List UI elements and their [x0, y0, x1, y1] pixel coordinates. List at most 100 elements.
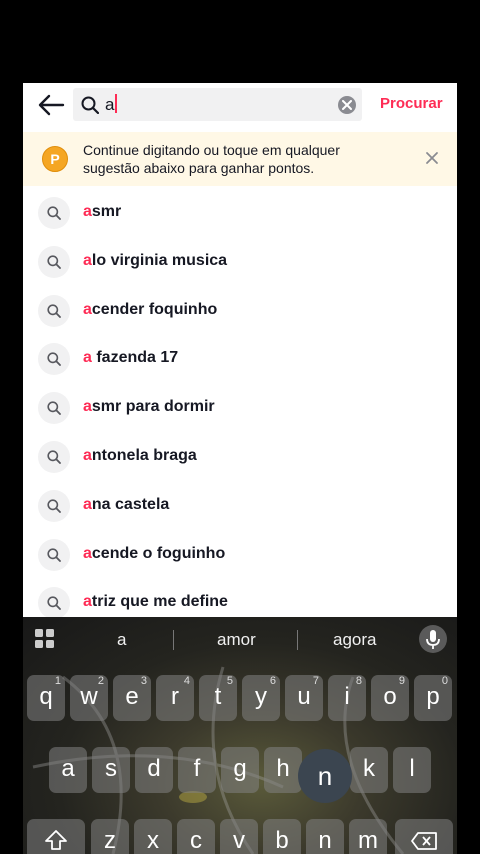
suggestion-match: a [83, 398, 92, 416]
suggestion-match: a [83, 300, 92, 318]
apps-grid-icon[interactable] [35, 629, 55, 649]
search-input[interactable]: a [73, 88, 362, 121]
keyboard-key[interactable]: k [350, 747, 388, 793]
suggestion-row[interactable]: acende o foguinho [23, 530, 457, 579]
key-label: q [39, 683, 53, 710]
keyboard-key[interactable]: t5 [199, 675, 237, 721]
search-icon [38, 440, 70, 473]
key-label: u [297, 683, 311, 710]
word-suggestion[interactable]: a [117, 630, 126, 650]
points-coin-icon: P [42, 146, 68, 172]
suggestion-text: atriz que me define [83, 593, 228, 611]
virtual-keyboard: a amor agora q1w2e3r4t5y6u7i8o9p0asdfghk… [23, 617, 457, 854]
key-label: a [61, 755, 75, 782]
keyboard-key[interactable]: l [393, 747, 431, 793]
search-icon [38, 294, 70, 327]
keyboard-key[interactable]: m [349, 819, 387, 854]
suggestion-row[interactable]: ana castela [23, 481, 457, 530]
key-label: b [275, 827, 289, 854]
clear-search-icon[interactable] [338, 96, 356, 114]
points-banner-message: Continue digitando ou toque em qualquer … [83, 142, 340, 176]
suggestion-rest: lo virginia musica [91, 251, 228, 269]
pressed-key-popup[interactable]: n [298, 749, 352, 803]
key-label: v [233, 827, 245, 854]
word-suggestion[interactable]: agora [333, 630, 376, 650]
suggestion-rest: triz que me define [91, 593, 228, 611]
keyboard-key[interactable]: s [92, 747, 130, 793]
points-banner: P Continue digitando ou toque em qualque… [23, 132, 457, 186]
key-number-hint: 3 [140, 675, 147, 687]
keyboard-key[interactable]: n [306, 819, 344, 854]
search-query[interactable]: a [105, 94, 118, 115]
backspace-key[interactable] [395, 819, 453, 854]
keyboard-key[interactable]: h [264, 747, 302, 793]
keyboard-key[interactable]: p0 [414, 675, 452, 721]
suggestion-row[interactable]: antonela braga [23, 432, 457, 481]
suggestion-row[interactable]: a fazenda 17 [23, 334, 457, 383]
back-arrow-icon[interactable] [37, 93, 65, 117]
key-label: t [214, 683, 222, 710]
search-icon [38, 343, 70, 376]
shift-arrow-icon [45, 830, 67, 850]
keyboard-key[interactable]: a [49, 747, 87, 793]
divider [297, 630, 298, 650]
keyboard-key[interactable]: u7 [285, 675, 323, 721]
key-label: s [105, 755, 117, 782]
key-label: h [276, 755, 290, 782]
suggestion-row[interactable]: acender foquinho [23, 286, 457, 335]
suggestion-text: asmr [83, 203, 121, 221]
keyboard-key[interactable]: f [178, 747, 216, 793]
word-suggestion[interactable]: amor [217, 630, 256, 650]
suggestion-rest: cende o foguinho [91, 544, 226, 562]
keyboard-key[interactable]: v [220, 819, 258, 854]
key-label: f [193, 755, 201, 782]
suggestion-match: a [83, 349, 92, 367]
suggestion-match: a [83, 446, 92, 464]
suggestion-text: ana castela [83, 496, 169, 514]
keyboard-key[interactable]: z [91, 819, 129, 854]
keyboard-key[interactable]: d [135, 747, 173, 793]
keyboard-key[interactable]: x [134, 819, 172, 854]
suggestion-row[interactable]: alo virginia musica [23, 237, 457, 286]
keyboard-key[interactable]: r4 [156, 675, 194, 721]
keyboard-key[interactable]: e3 [113, 675, 151, 721]
keyboard-key[interactable]: c [177, 819, 215, 854]
key-label: n [318, 827, 332, 854]
key-number-hint: 1 [54, 675, 61, 687]
key-number-hint: 4 [183, 675, 190, 687]
keyboard-key[interactable]: y6 [242, 675, 280, 721]
shift-key[interactable] [27, 819, 85, 854]
suggestion-rest: cender foquinho [91, 300, 218, 318]
key-label: o [383, 683, 397, 710]
suggestion-text: a fazenda 17 [83, 349, 178, 367]
keyboard-key[interactable]: i8 [328, 675, 366, 721]
divider [173, 630, 174, 650]
key-label: x [147, 827, 159, 854]
suggestion-row[interactable]: asmr para dormir [23, 383, 457, 432]
keyboard-key[interactable]: q1 [27, 675, 65, 721]
search-submit-button[interactable]: Procurar [380, 95, 443, 112]
suggestion-match: a [83, 251, 92, 269]
suggestion-match: a [83, 495, 92, 513]
suggestion-rest: smr [91, 203, 122, 220]
key-number-hint: 0 [441, 675, 448, 687]
key-label: l [409, 755, 415, 782]
suggestion-match: a [83, 593, 92, 611]
suggestion-text: antonela braga [83, 447, 197, 465]
search-icon [38, 197, 70, 229]
key-label: i [344, 683, 350, 710]
close-icon[interactable] [425, 151, 439, 165]
keyboard-key[interactable]: o9 [371, 675, 409, 721]
key-number-hint: 5 [226, 675, 233, 687]
keyboard-key[interactable]: b [263, 819, 301, 854]
keyboard-key[interactable]: w2 [70, 675, 108, 721]
keyboard-key[interactable]: g [221, 747, 259, 793]
key-label: n [317, 761, 333, 791]
suggestion-row[interactable]: asmr [23, 188, 457, 237]
suggestion-rest: ntonela braga [91, 446, 197, 464]
backspace-icon [411, 832, 437, 850]
key-label: p [426, 683, 440, 710]
key-label: m [358, 827, 378, 854]
key-label: g [233, 755, 247, 782]
microphone-icon[interactable] [419, 625, 447, 653]
